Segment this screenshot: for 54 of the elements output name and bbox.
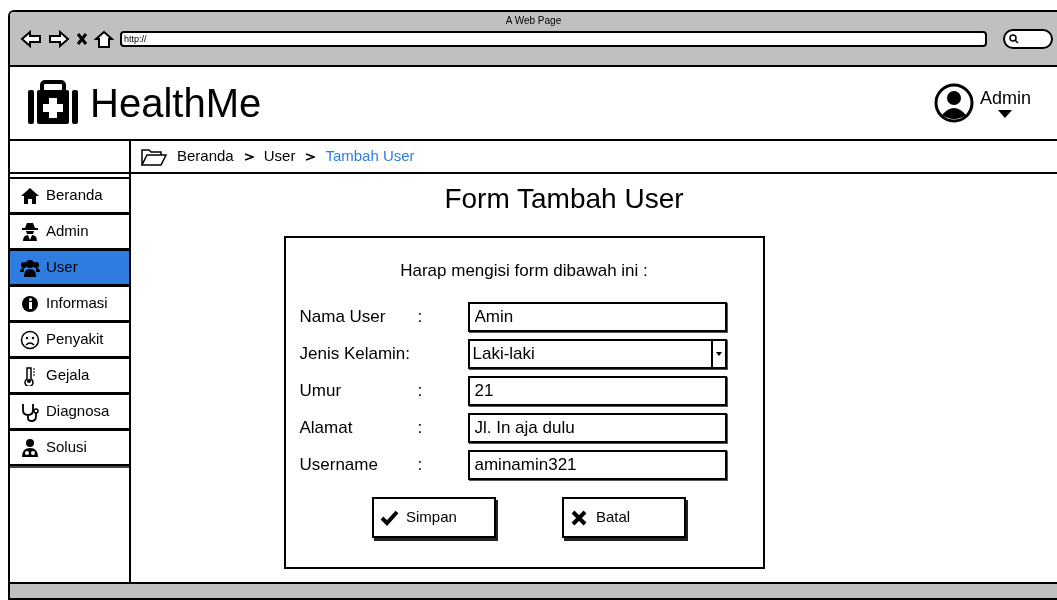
spy-icon xyxy=(20,221,40,242)
field-label: Umur xyxy=(299,380,342,400)
home-icon[interactable] xyxy=(94,30,114,48)
field-label: Username xyxy=(299,454,378,474)
user-avatar-icon[interactable] xyxy=(933,83,974,123)
breadcrumb-link[interactable]: Beranda xyxy=(177,145,234,168)
sidebar-item[interactable]: Informasi xyxy=(10,285,129,322)
dropdown-caret-icon xyxy=(715,351,722,356)
users-icon xyxy=(20,257,40,278)
sidebar-item[interactable]: Penyakit xyxy=(10,321,129,358)
doctor-icon xyxy=(20,437,40,458)
field-label: Jenis Kelamin: xyxy=(299,343,411,363)
sidebar-item[interactable]: Beranda xyxy=(10,177,129,214)
form-title: Form Tambah User xyxy=(444,182,684,216)
folder-icon xyxy=(141,147,167,166)
sidebar-item[interactable]: User xyxy=(10,249,129,286)
label-colon: : xyxy=(417,306,423,326)
close-icon[interactable] xyxy=(76,32,88,46)
input-field[interactable]: Amin xyxy=(467,301,727,332)
breadcrumb-link[interactable]: Tambah User xyxy=(325,145,415,168)
search-field[interactable] xyxy=(1003,29,1053,49)
back-icon[interactable] xyxy=(20,30,42,48)
form-button[interactable]: Batal xyxy=(562,497,686,538)
sad-face-icon xyxy=(20,329,40,350)
chevron-icon xyxy=(305,151,316,162)
input-field[interactable]: 21 xyxy=(467,375,727,406)
label-colon: : xyxy=(417,380,423,400)
forward-icon[interactable] xyxy=(48,30,70,48)
form-instruction: Harap mengisi form dibawah ini : xyxy=(399,260,649,282)
sidebar-item[interactable]: Gejala xyxy=(10,357,129,394)
dropdown-caret-icon[interactable] xyxy=(997,109,1014,119)
sidebar-item[interactable]: Diagnosa xyxy=(10,393,129,430)
medical-kit-icon xyxy=(26,80,80,126)
sidebar-item[interactable]: Solusi xyxy=(10,429,129,466)
address-field[interactable]: http:// xyxy=(120,31,987,47)
search-icon xyxy=(1009,34,1019,44)
field-label: Alamat xyxy=(299,417,353,437)
app-name: HealthMe xyxy=(90,80,262,126)
gender-dropdown[interactable]: Laki-laki xyxy=(467,338,727,369)
form-button[interactable]: Simpan xyxy=(372,497,496,538)
chevron-icon xyxy=(243,151,254,162)
user-name[interactable]: Admin xyxy=(979,87,1031,109)
breadcrumb-link[interactable]: User xyxy=(263,145,296,168)
check-icon xyxy=(380,508,400,527)
sidebar-item[interactable]: Admin xyxy=(10,213,129,250)
home-icon xyxy=(20,185,40,206)
input-field[interactable]: aminamin321 xyxy=(467,449,727,480)
window-title: A Web Page xyxy=(504,14,563,27)
field-label: Nama User xyxy=(299,306,386,326)
input-field[interactable]: Jl. In aja dulu xyxy=(467,412,727,443)
label-colon: : xyxy=(417,454,423,474)
stethoscope-icon xyxy=(20,401,40,422)
info-icon xyxy=(20,293,40,314)
label-colon: : xyxy=(417,417,423,437)
